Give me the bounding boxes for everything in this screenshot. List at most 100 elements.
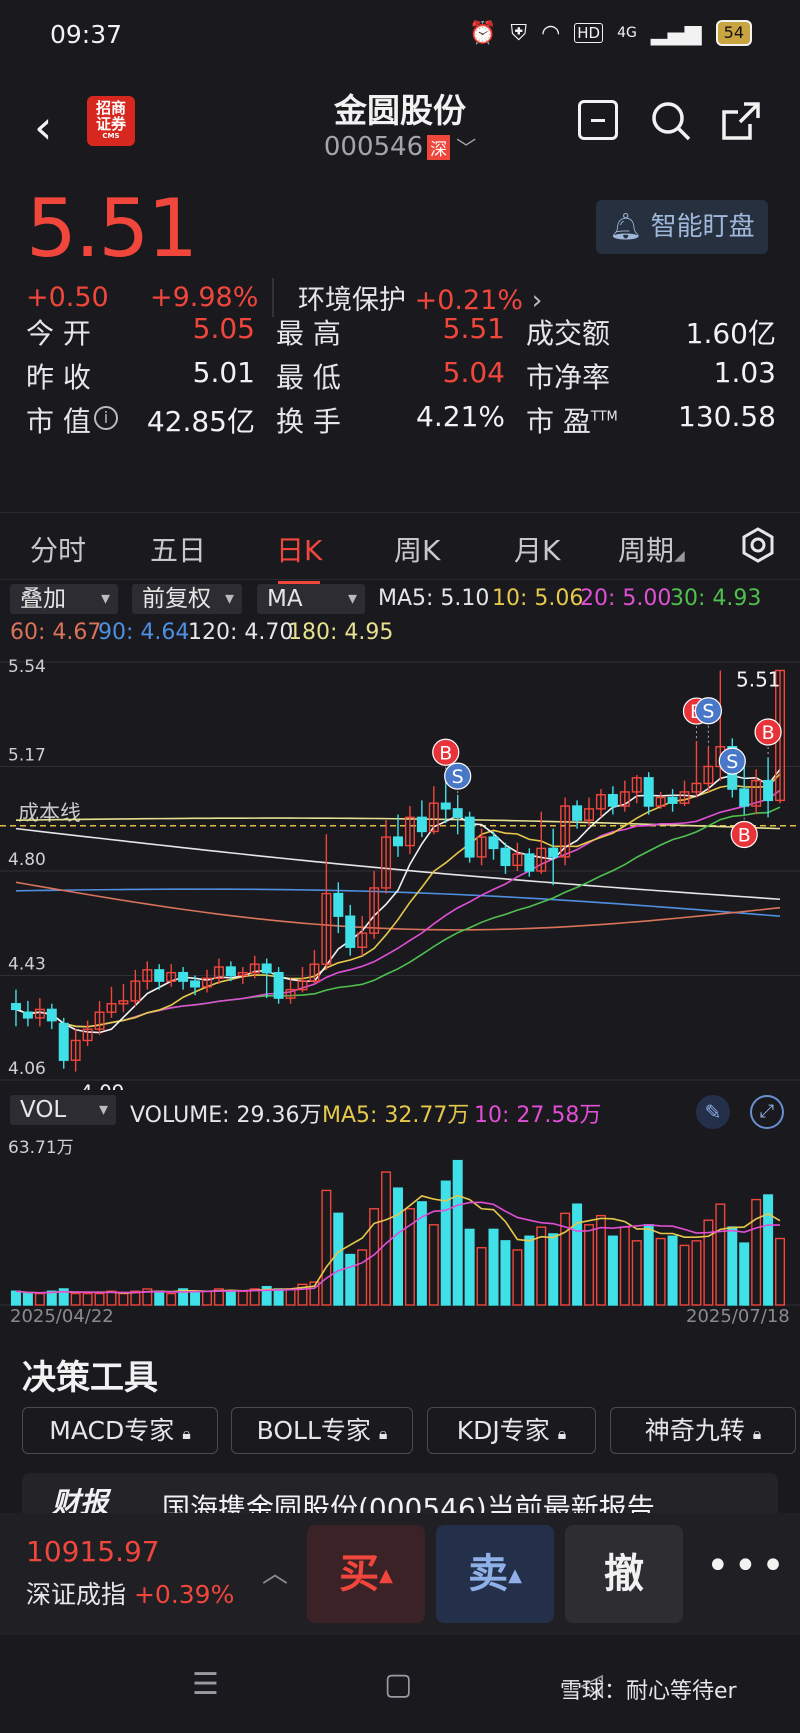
ma180-value: 180: 4.95 (288, 620, 394, 645)
ma-dropdown[interactable]: MA (257, 584, 365, 614)
index-value: 10915.97 (26, 1535, 160, 1568)
volume-ma5: MA5: 32.77万 (322, 1103, 470, 1128)
candle-body (440, 802, 451, 810)
triangle-up-icon: ▲ (508, 1565, 522, 1586)
status-time: 09:37 (50, 20, 123, 49)
sell-button[interactable]: 卖▲ (436, 1525, 554, 1623)
volume-bar (166, 1292, 177, 1306)
trade-marker-label: S (726, 751, 738, 773)
y-tick-label: 5.17 (8, 746, 46, 766)
trade-marker-label: B (762, 722, 775, 744)
boll-tool-button[interactable]: BOLL专家 🔒︎ (231, 1407, 413, 1454)
stat-value: 5.51 (442, 312, 505, 345)
stat-value: 5.05 (192, 312, 255, 345)
smart-monitor-button[interactable]: 🔔︎ 智能盯盘 (596, 200, 768, 254)
volume-bar (572, 1203, 583, 1306)
volume-bar (631, 1240, 642, 1306)
volume-bar (428, 1224, 439, 1306)
tab-intraday[interactable]: 分时 (30, 529, 86, 569)
kline-chart[interactable]: 5.545.174.804.434.06成本线5.514.09BSBSSBB (0, 650, 800, 1090)
more-icon[interactable]: ••• (706, 1543, 789, 1589)
volume-bar (452, 1159, 463, 1306)
exchange-badge: 深 (427, 135, 451, 160)
tab-daily-k[interactable]: 日K (276, 529, 322, 585)
stat-value: 4.21% (416, 400, 505, 433)
news-card[interactable]: 财报 国海携金圆股份(000546)当前最新报告 (22, 1473, 778, 1513)
tab-five-day[interactable]: 五日 (150, 529, 206, 569)
volume-bar (619, 1226, 630, 1306)
y-tick-label: 4.06 (8, 1059, 46, 1079)
volume-bar (655, 1237, 666, 1306)
stat-label: 最 高 (276, 317, 341, 350)
volume-bar (70, 1292, 81, 1306)
volume-header: VOL VOLUME: 29.36万 MA5: 32.77万 10: 27.58… (0, 1095, 800, 1131)
candle-body (333, 892, 344, 917)
candle-body (225, 966, 236, 977)
pencil-icon[interactable]: ✎ (696, 1095, 730, 1129)
ma30-value: 30: 4.93 (670, 586, 762, 611)
info-icon[interactable]: i (94, 406, 118, 430)
stat-label: 换 手 (276, 405, 341, 438)
ma20-value: 20: 5.00 (580, 586, 672, 611)
menu-icon[interactable]: ☰ (192, 1667, 219, 1702)
candle-body (261, 963, 272, 974)
tab-monthly-k[interactable]: 月K (514, 529, 560, 569)
volume-bar (381, 1171, 392, 1306)
settings-icon[interactable] (740, 527, 776, 563)
home-icon[interactable]: ▢ (384, 1667, 412, 1702)
y-tick-label: 4.80 (8, 850, 46, 870)
start-date: 2025/04/22 (10, 1306, 114, 1327)
tools-title: 决策工具 (22, 1358, 158, 1398)
stat-label: 今 开 (26, 317, 91, 350)
ma90-value: 90: 4.64 (98, 620, 190, 645)
tab-period[interactable]: 周期◢ (618, 529, 685, 569)
search-icon[interactable] (650, 100, 692, 142)
high-price-label: 5.51 (736, 667, 781, 691)
volume-bar (524, 1235, 535, 1306)
lock-icon: 🔒︎ (557, 1424, 567, 1443)
stat-label: 最 低 (276, 361, 341, 394)
volume-bar (393, 1187, 403, 1306)
quote-panel: 5.51 +0.50 +9.98% 环境保护 +0.21% › 🔔︎ 智能盯盘 … (0, 182, 800, 502)
cancel-order-button[interactable]: 撤 (565, 1525, 683, 1623)
overlay-dropdown[interactable]: 叠加 (10, 584, 118, 614)
candle-body (548, 847, 559, 858)
volume-bar (739, 1242, 750, 1306)
lock-icon: 🔒︎ (378, 1424, 388, 1443)
volume-bar (94, 1292, 105, 1306)
y-tick-label: 5.54 (8, 657, 46, 677)
last-price: 5.51 (26, 182, 198, 275)
volume-bar (691, 1240, 702, 1306)
volume-bar (201, 1290, 212, 1306)
candle-body (416, 816, 427, 833)
volume-bar (273, 1288, 284, 1306)
chevron-up-icon[interactable]: ︿ (262, 1553, 288, 1590)
stat-label: 市 值 (26, 405, 91, 438)
adjust-dropdown[interactable]: 前复权 (132, 584, 242, 614)
volume-bar (190, 1290, 201, 1306)
candle-body (739, 788, 750, 807)
volume-ma10: 10: 27.58万 (474, 1103, 602, 1128)
tab-weekly-k[interactable]: 周K (394, 529, 440, 569)
volume-bar (751, 1198, 762, 1306)
kdj-tool-button[interactable]: KDJ专家 🔒︎ (427, 1407, 596, 1454)
candle-body (667, 796, 678, 804)
candle-body (488, 836, 499, 850)
volume-bar (488, 1228, 499, 1306)
candle-body (58, 1022, 69, 1061)
index-name[interactable]: 深证成指 +0.39% (26, 1575, 234, 1611)
price-change: +0.50 (26, 282, 109, 313)
volume-value: VOLUME: 29.36万 (130, 1103, 322, 1128)
volume-indicator-dropdown[interactable]: VOL (10, 1095, 116, 1125)
volume-bar (763, 1194, 774, 1306)
minimize-icon[interactable] (578, 100, 618, 140)
chevron-down-icon: ﹀ (456, 136, 477, 160)
share-icon[interactable] (720, 100, 762, 142)
macd-tool-button[interactable]: MACD专家 🔒︎ (22, 1407, 218, 1454)
buy-button[interactable]: 买▲ (307, 1525, 425, 1623)
volume-bar (536, 1226, 547, 1306)
magic-nine-tool-button[interactable]: 神奇九转 🔒︎ (610, 1407, 796, 1454)
ma5-value: MA5: 5.10 (378, 586, 490, 611)
expand-icon[interactable]: ⤢ (750, 1095, 784, 1129)
ma120-value: 120: 4.70 (188, 620, 294, 645)
